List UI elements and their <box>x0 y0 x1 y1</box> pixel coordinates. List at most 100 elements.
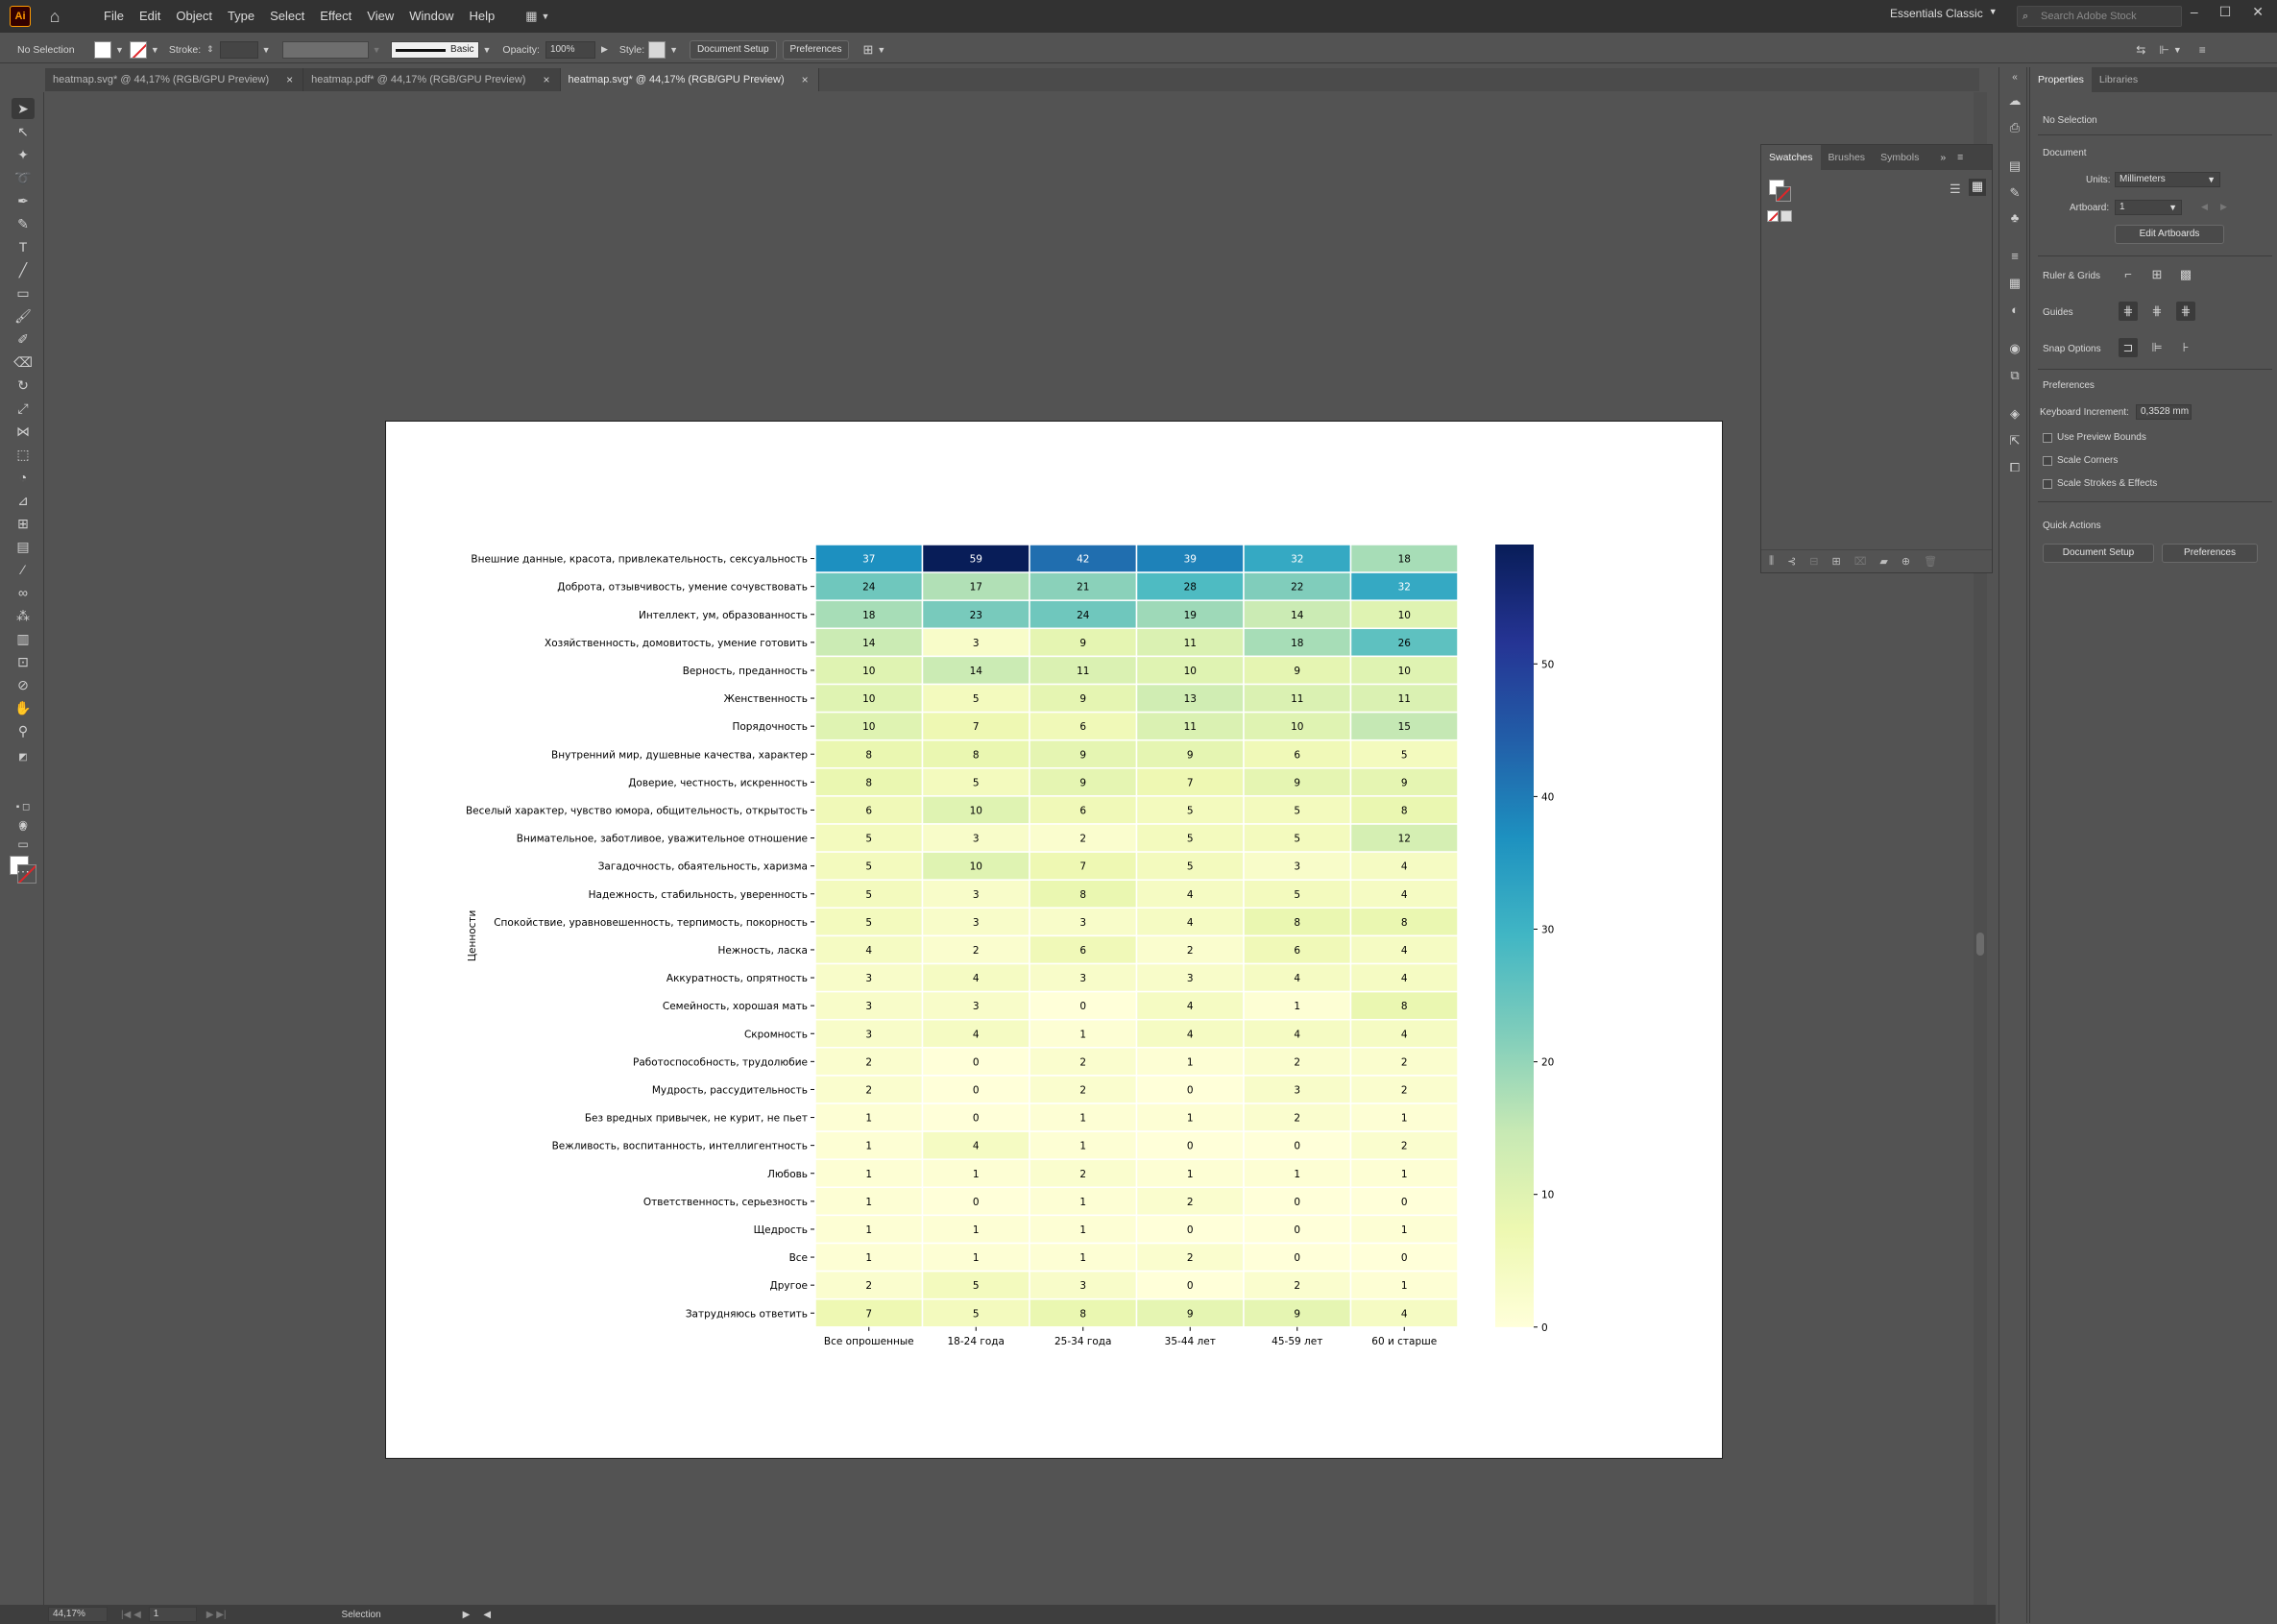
guides-lock-icon[interactable]: ⋕ <box>2147 302 2167 321</box>
chevron-right-icon[interactable]: ▶ <box>2220 202 2227 212</box>
column-graph-tool-icon[interactable]: ▥ <box>12 628 35 649</box>
mesh-tool-icon[interactable]: ⊞ <box>12 513 35 534</box>
grid-icon[interactable]: ⊞ <box>2147 265 2167 284</box>
eraser-tool-icon[interactable]: ⌫ <box>12 351 35 373</box>
scrollbar-thumb[interactable] <box>1976 933 1984 956</box>
folder-icon[interactable]: ▰ <box>1879 555 1887 568</box>
pen-tool-icon[interactable]: ✒ <box>12 190 35 211</box>
guides-show-icon[interactable]: ⋕ <box>2119 302 2138 321</box>
chevron-down-icon[interactable]: ▼ <box>373 45 381 55</box>
chevron-down-icon[interactable]: ▼ <box>262 45 271 55</box>
minimize-icon[interactable]: – <box>2191 4 2198 20</box>
preferences-button[interactable]: Preferences <box>782 39 850 60</box>
hand-tool-icon[interactable]: ✋ <box>12 697 35 718</box>
keyboard-increment-input[interactable]: 0,3528 mm <box>2136 404 2192 420</box>
menu-file[interactable]: File <box>96 0 132 33</box>
snap-to-pixel-icon[interactable]: ⊦ <box>2176 338 2195 357</box>
symbols-icon[interactable]: ♣ <box>2006 209 2023 227</box>
ruler-icon[interactable]: ⌐ <box>2119 265 2138 284</box>
artboard-dropdown[interactable]: 1 ▼ <box>2115 200 2182 215</box>
document-tab-active[interactable]: heatmap.svg* @ 44,17% (RGB/GPU Preview) … <box>560 68 819 91</box>
brushes-icon[interactable]: ✎ <box>2006 184 2023 202</box>
use-preview-bounds-checkbox[interactable]: Use Preview Bounds <box>2043 432 2146 443</box>
artboard[interactable]: Внешние данные, красота, привлекательнос… <box>385 421 1723 1459</box>
swatch-options-icon[interactable]: ⊟ <box>1809 555 1818 568</box>
list-view-icon[interactable]: ☰ <box>1950 182 1961 197</box>
home-icon[interactable]: ⌂ <box>42 4 67 29</box>
lasso-tool-icon[interactable]: ➰ <box>12 167 35 188</box>
delete-icon[interactable]: ⌧ <box>1854 555 1867 568</box>
more-tools-icon[interactable]: ⋯ <box>12 860 35 882</box>
preferences-button[interactable]: Preferences <box>2162 544 2258 563</box>
menu-effect[interactable]: Effect <box>312 0 359 33</box>
rectangle-tool-icon[interactable]: ▭ <box>12 282 35 303</box>
gradient-tool-icon[interactable]: ▤ <box>12 536 35 557</box>
swatch-registration[interactable] <box>1780 210 1792 222</box>
artboards-icon[interactable]: ⧠ <box>2006 459 2023 476</box>
chevron-down-icon[interactable]: ▼ <box>483 45 492 55</box>
document-setup-button[interactable]: Document Setup <box>2043 544 2154 563</box>
direct-selection-tool-icon[interactable]: ↖ <box>12 121 35 142</box>
close-icon[interactable]: × <box>286 73 293 86</box>
rotate-tool-icon[interactable]: ↻ <box>12 375 35 396</box>
scale-corners-checkbox[interactable]: Scale Corners <box>2043 455 2118 466</box>
swatch-none[interactable] <box>1767 210 1779 222</box>
chevron-right-icon[interactable]: ▶ <box>463 1610 471 1620</box>
document-tab[interactable]: heatmap.svg* @ 44,17% (RGB/GPU Preview) … <box>45 68 304 91</box>
shaper-tool-icon[interactable]: ✐ <box>12 328 35 350</box>
graphic-styles-icon[interactable]: ⧉ <box>2006 367 2023 384</box>
paintbrush-tool-icon[interactable]: 🖌 <box>12 305 35 327</box>
scale-tool-icon[interactable]: ⤢ <box>12 398 35 419</box>
library-icon[interactable]: ⫼ <box>1769 555 1774 568</box>
menu-view[interactable]: View <box>359 0 401 33</box>
curvature-tool-icon[interactable]: ✎ <box>12 213 35 234</box>
chevron-right-icon[interactable]: ▶ <box>601 44 608 55</box>
eyedropper-tool-icon[interactable]: ⁄ <box>12 559 35 580</box>
chevron-down-icon[interactable]: ▼ <box>151 45 159 55</box>
line-tool-icon[interactable]: ╱ <box>12 259 35 280</box>
tab-brushes[interactable]: Brushes <box>1821 145 1874 170</box>
arrange-icon[interactable]: ⊞ <box>862 42 873 58</box>
stepper-icon[interactable]: ⇕ <box>206 44 214 55</box>
draw-mode-icon[interactable]: ◉ <box>12 814 35 836</box>
artboard-number-field[interactable]: 1 <box>148 1607 197 1622</box>
document-tab[interactable]: heatmap.pdf* @ 44,17% (RGB/GPU Preview) … <box>303 68 561 91</box>
chevron-down-icon[interactable]: ▼ <box>669 45 678 55</box>
canvas-area[interactable]: Внешние данные, красота, привлекательнос… <box>45 92 1979 1610</box>
tab-properties[interactable]: Properties <box>2030 67 2092 92</box>
zoom-level-field[interactable]: 44,17% <box>48 1607 108 1622</box>
brush-definition[interactable]: Basic <box>390 40 479 59</box>
symbol-sprayer-tool-icon[interactable]: ⁂ <box>12 605 35 626</box>
chevron-down-icon[interactable]: ▼ <box>877 45 885 55</box>
chevron-left-icon[interactable]: ◀ <box>483 1610 491 1620</box>
stroke-weight-input[interactable] <box>219 40 258 59</box>
edit-artboards-button[interactable]: Edit Artboards <box>2115 225 2224 244</box>
chevron-down-icon[interactable]: ▼ <box>115 45 124 55</box>
gradient-icon[interactable]: ▦ <box>2006 275 2023 292</box>
magic-wand-tool-icon[interactable]: ✦ <box>12 144 35 165</box>
close-icon[interactable]: × <box>543 73 549 86</box>
slice-tool-icon[interactable]: ⊘ <box>12 674 35 695</box>
checkbox-box[interactable] <box>2043 478 2052 489</box>
type-tool-icon[interactable]: T <box>12 236 35 257</box>
snap-to-point-icon[interactable]: ⊐ <box>2119 338 2138 357</box>
new-color-group-icon[interactable]: ⊞ <box>1832 555 1841 568</box>
tab-swatches[interactable]: Swatches <box>1761 145 1821 170</box>
zoom-tool-icon[interactable]: ⚲ <box>12 720 35 741</box>
appearance-icon[interactable]: ◉ <box>2006 340 2023 357</box>
style-swatch[interactable] <box>648 40 666 59</box>
free-transform-tool-icon[interactable]: ⬚ <box>12 444 35 465</box>
panel-toggle-icon[interactable]: ⇆ <box>2136 43 2145 57</box>
transparency-icon[interactable]: ◐ <box>2006 302 2023 319</box>
stroke-icon[interactable]: ≡ <box>2006 248 2023 265</box>
panel-menu-icon[interactable]: ≡ <box>1957 152 1963 163</box>
stroke-swatch[interactable] <box>129 40 147 59</box>
trash-icon[interactable]: 🗑 <box>1924 555 1937 568</box>
close-icon[interactable]: × <box>802 73 809 86</box>
chevron-left-icon[interactable]: ◀ <box>2201 202 2208 212</box>
asset-export-icon[interactable]: ⇱ <box>2006 432 2023 449</box>
variable-width-profile[interactable] <box>281 40 369 59</box>
arrange-documents-button[interactable]: ▦ ▼ <box>525 9 549 24</box>
menu-help[interactable]: Help <box>461 0 502 33</box>
tab-libraries[interactable]: Libraries <box>2092 67 2145 92</box>
